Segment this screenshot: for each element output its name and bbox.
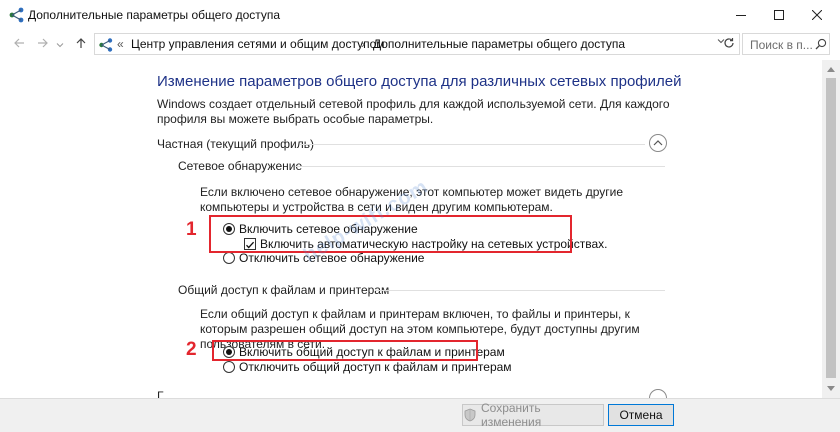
chevron-up-icon [653, 140, 663, 146]
breadcrumb-overflow[interactable]: « [117, 37, 124, 51]
scrollbar-thumb[interactable] [826, 78, 836, 378]
cancel-button-label: Отмена [619, 408, 663, 422]
close-button[interactable] [794, 0, 840, 30]
footer-bar: Сохранить изменения Отмена [0, 398, 840, 432]
breadcrumb-item-advanced-sharing[interactable]: Дополнительные параметры общего доступа [373, 37, 625, 51]
scroll-down-button[interactable] [822, 380, 840, 398]
search-icon [815, 38, 827, 50]
radio-button[interactable] [223, 252, 235, 264]
profile-header-partial[interactable]: Г... [157, 389, 172, 398]
minimize-icon [736, 8, 746, 23]
close-icon [811, 8, 823, 23]
highlight-box-1 [209, 215, 572, 253]
triangle-up-icon [827, 67, 835, 72]
recent-locations-button[interactable] [54, 34, 66, 54]
refresh-button[interactable] [720, 34, 738, 54]
save-button-label: Сохранить изменения [481, 401, 542, 429]
section-title-network-discovery: Сетевое обнаружение [178, 159, 303, 173]
main-content: Изменение параметров общего доступа для … [0, 60, 822, 398]
vertical-scrollbar[interactable] [822, 60, 840, 398]
cancel-button[interactable]: Отмена [608, 404, 674, 426]
refresh-icon [723, 37, 735, 52]
breadcrumb-separator[interactable]: › [361, 37, 365, 51]
maximize-icon [774, 8, 784, 23]
expand-profile-button[interactable] [649, 389, 667, 398]
profile-header-private[interactable]: Частная (текущий профиль) [157, 137, 314, 151]
up-button[interactable] [72, 34, 90, 54]
divider [300, 144, 645, 145]
arrow-up-icon [75, 37, 87, 52]
radio-file-sharing-off[interactable]: Отключить общий доступ к файлам и принте… [223, 360, 512, 374]
forward-button[interactable] [34, 34, 52, 54]
collapse-profile-button[interactable] [649, 134, 667, 152]
search-input[interactable]: Поиск в п... [742, 33, 830, 55]
arrow-right-icon [37, 37, 49, 52]
radio-button[interactable] [223, 361, 235, 373]
address-bar[interactable]: « Центр управления сетями и общим доступ… [94, 33, 740, 55]
annotation-marker-2: 2 [186, 339, 197, 360]
back-button[interactable] [10, 34, 28, 54]
save-changes-button[interactable]: Сохранить изменения [462, 401, 604, 429]
page-description: Windows создает отдельный сетевой профил… [157, 97, 670, 126]
navigation-bar: « Центр управления сетями и общим доступ… [0, 30, 840, 58]
scroll-up-button[interactable] [822, 60, 840, 78]
highlight-box-2 [212, 340, 478, 361]
page-title: Изменение параметров общего доступа для … [157, 73, 682, 90]
network-icon [8, 6, 26, 24]
section-title-file-sharing: Общий доступ к файлам и принтерам [178, 283, 390, 297]
triangle-down-icon [827, 386, 835, 391]
chevron-down-icon [56, 37, 64, 52]
shield-icon [463, 408, 477, 422]
annotation-marker-1: 1 [186, 219, 197, 240]
divider [295, 166, 665, 167]
network-discovery-description: Если включено сетевое обнаружение, этот … [200, 185, 624, 214]
search-placeholder: Поиск в п... [750, 38, 813, 52]
divider [375, 290, 665, 291]
breadcrumb-item-network-center[interactable]: Центр управления сетями и общим доступом [131, 37, 385, 51]
network-icon [98, 37, 114, 53]
arrow-left-icon [13, 37, 25, 52]
title-bar: Дополнительные параметры общего доступа [0, 0, 840, 30]
radio-label[interactable]: Отключить общий доступ к файлам и принте… [239, 360, 512, 374]
window-title: Дополнительные параметры общего доступа [28, 8, 281, 22]
